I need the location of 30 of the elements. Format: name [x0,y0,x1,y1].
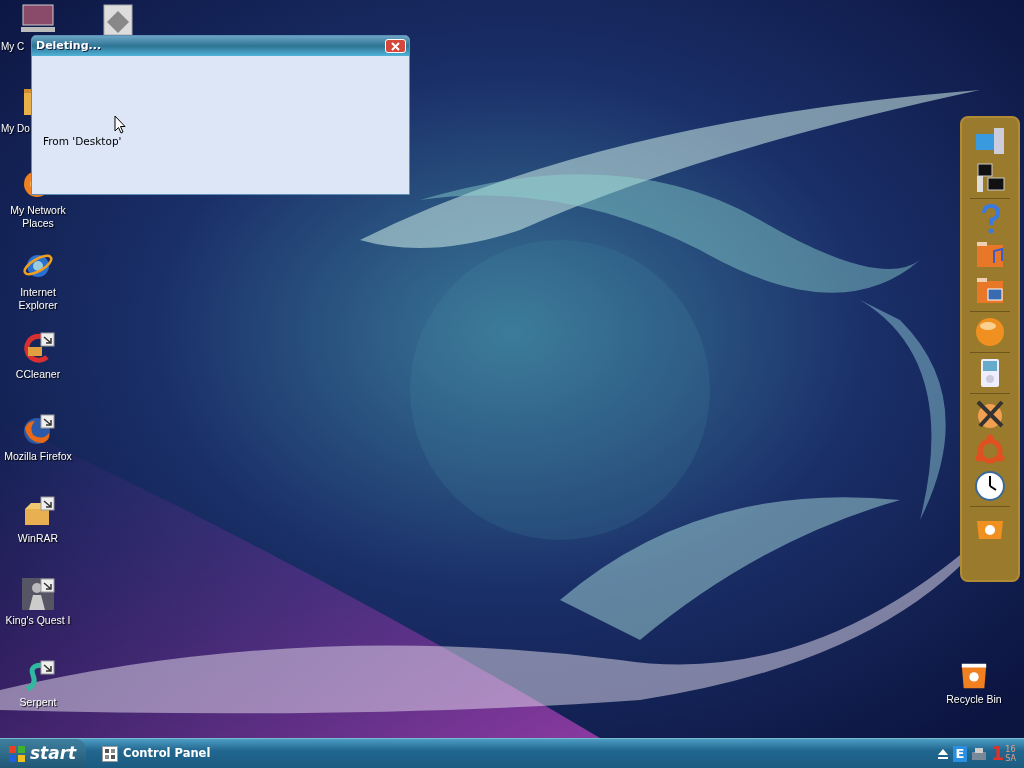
icon-label[interactable]: Serpent [19,696,57,709]
shortcut-icon[interactable] [101,3,135,37]
icon-label[interactable]: King's Quest I [5,614,71,627]
clock-hour: 1 [991,744,1005,763]
icon-label[interactable]: My Network Places [0,204,76,230]
clock-icon[interactable] [974,470,1006,502]
icon-label[interactable]: Mozilla Firefox [4,450,72,463]
clock-period: SA [1005,753,1016,763]
icon-label[interactable]: My Do [1,122,30,135]
network-icon[interactable] [974,162,1006,194]
icon-label[interactable]: Internet Explorer [0,286,76,312]
start-button[interactable]: start [0,738,86,768]
window-title: Deleting... [36,37,102,54]
icon-label[interactable]: My C [1,40,25,53]
tools-icon[interactable] [974,398,1006,430]
close-icon [391,41,400,51]
status-message: From 'Desktop' [43,134,122,149]
control-panel-icon [102,745,118,762]
clock-minutes: 16 [1005,744,1016,754]
icon-label[interactable]: WinRAR [17,532,59,545]
eject-icon[interactable] [937,747,950,760]
close-button[interactable] [385,39,406,53]
figure-icon[interactable] [21,577,55,611]
taskbar-button[interactable]: Control Panel [96,741,256,766]
windows-logo-icon [8,744,26,763]
sphere-icon[interactable] [974,316,1006,348]
pointer-icon [114,115,126,134]
icon-label[interactable]: Recycle Bin [946,693,1002,706]
printer-icon[interactable] [971,745,988,762]
icon-label[interactable]: CCleaner [15,368,61,381]
